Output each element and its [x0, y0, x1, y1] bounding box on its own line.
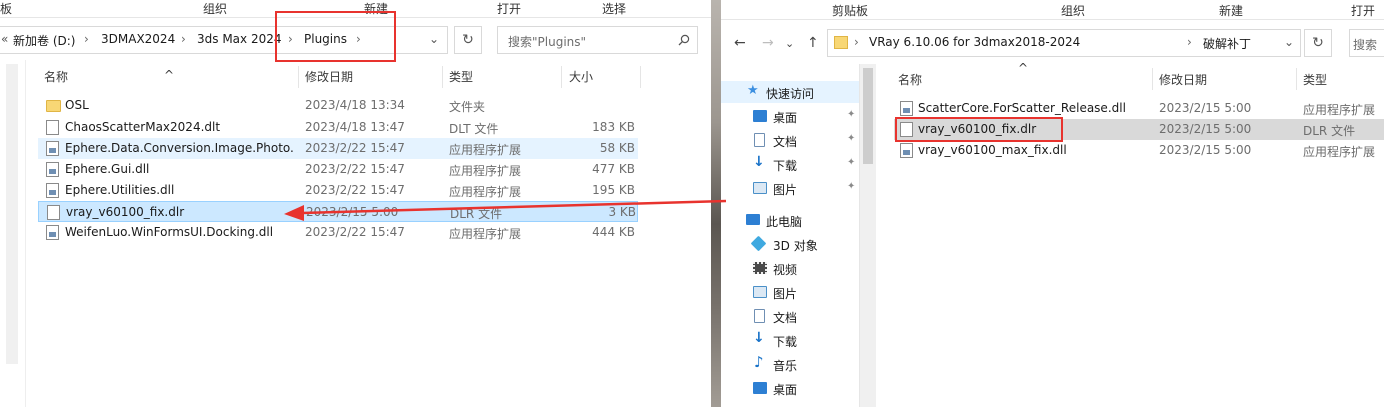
- arrow-head-icon: [284, 205, 304, 221]
- screenshot-stage: 板 组织 新建 打开 选择 « 新加卷 (D:) › 3DMAX2024 › 3…: [0, 0, 1384, 407]
- drag-arrow-annotation: [284, 199, 727, 221]
- arrow-shaft: [301, 199, 727, 215]
